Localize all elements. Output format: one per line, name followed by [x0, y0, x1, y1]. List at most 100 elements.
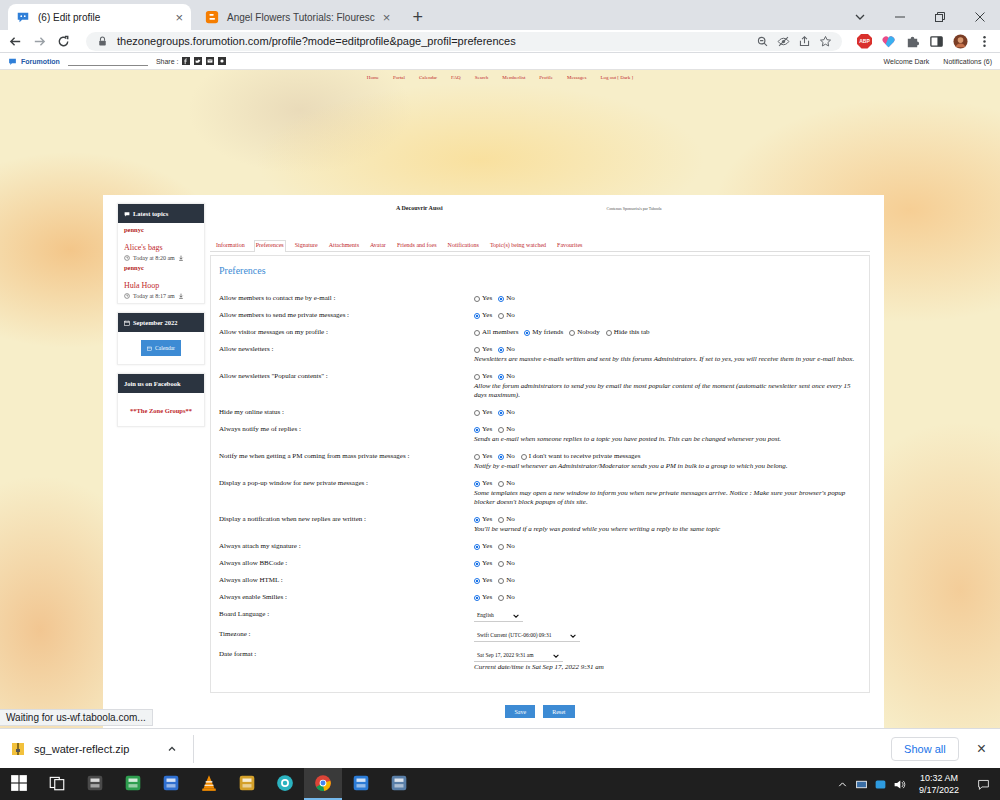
radio-option[interactable]: Yes: [474, 593, 492, 602]
radio-option[interactable]: Yes: [474, 479, 492, 488]
browser-tab[interactable]: Angel Flowers Tutorials: Flouresc×: [197, 4, 398, 30]
forumotion-logo-icon[interactable]: [8, 57, 17, 66]
radio-button[interactable]: [474, 374, 480, 380]
radio-option[interactable]: No: [498, 515, 515, 524]
radio-option[interactable]: Yes: [474, 294, 492, 303]
welcome-text[interactable]: Welcome Dark: [884, 58, 930, 65]
heart-extension-icon[interactable]: [881, 34, 896, 49]
profile-tab[interactable]: Preferences: [254, 240, 286, 252]
radio-button[interactable]: [498, 517, 504, 523]
show-all-button[interactable]: Show all: [891, 737, 959, 761]
reload-icon[interactable]: [56, 34, 71, 49]
chevron-up-icon[interactable]: [167, 744, 177, 754]
close-download-bar-button[interactable]: ×: [977, 740, 986, 758]
radio-option[interactable]: Nobody: [569, 328, 600, 337]
eye-slash-icon[interactable]: [777, 35, 790, 48]
twitter-share-icon[interactable]: [194, 57, 202, 65]
jump-to-post-icon[interactable]: [178, 255, 184, 261]
radio-button[interactable]: [498, 313, 504, 319]
new-tab-button[interactable]: +: [404, 8, 431, 30]
radio-option[interactable]: No: [498, 479, 515, 488]
restore-icon[interactable]: [932, 9, 948, 25]
radio-option[interactable]: No: [498, 425, 515, 434]
sponsored-title[interactable]: A Decouvrir Aussi: [396, 205, 443, 211]
address-bar[interactable]: thezonegroups.forumotion.com/profile?mod…: [86, 32, 842, 51]
radio-option[interactable]: No: [498, 576, 515, 585]
close-window-icon[interactable]: [972, 9, 988, 25]
radio-button[interactable]: [498, 561, 504, 567]
form-button[interactable]: Save: [505, 705, 535, 718]
taskbar-clock[interactable]: 10:32 AM9/17/2022: [909, 772, 969, 796]
profile-tab[interactable]: Friends and foes: [395, 240, 439, 251]
radio-button[interactable]: [474, 561, 480, 567]
radio-button[interactable]: [474, 517, 480, 523]
radio-button[interactable]: [498, 427, 504, 433]
tab-close-button[interactable]: ×: [175, 11, 183, 24]
radio-button[interactable]: [498, 410, 504, 416]
radio-button[interactable]: [474, 578, 480, 584]
radio-button[interactable]: [524, 330, 530, 336]
radio-button[interactable]: [474, 454, 480, 460]
radio-option[interactable]: I don't want to receive private messages: [521, 452, 641, 461]
nav-link[interactable]: Messages: [567, 73, 586, 82]
radio-button[interactable]: [474, 427, 480, 433]
radio-button[interactable]: [474, 595, 480, 601]
taskbar-chrome[interactable]: [304, 768, 342, 800]
radio-button[interactable]: [498, 347, 504, 353]
radio-option[interactable]: All members: [474, 328, 518, 337]
radio-option[interactable]: Yes: [474, 515, 492, 524]
radio-option[interactable]: Yes: [474, 425, 492, 434]
radio-button[interactable]: [474, 481, 480, 487]
radio-option[interactable]: Hide this tab: [606, 328, 650, 337]
nav-link[interactable]: Profile: [539, 73, 553, 82]
menu-dots-icon[interactable]: [977, 34, 992, 49]
nav-link[interactable]: FAQ: [451, 73, 461, 82]
facebook-share-icon[interactable]: [182, 57, 190, 65]
radio-button[interactable]: [474, 296, 480, 302]
download-item[interactable]: sg_water-reflect.zip: [10, 735, 194, 763]
taskbar-disk[interactable]: [152, 768, 190, 800]
radio-button[interactable]: [498, 578, 504, 584]
taskbar-feather[interactable]: [114, 768, 152, 800]
radio-button[interactable]: [474, 313, 480, 319]
radio-option[interactable]: My friends: [524, 328, 563, 337]
forumotion-brand[interactable]: Forumotion: [21, 58, 60, 65]
profile-tab[interactable]: Attachments: [327, 240, 361, 251]
radio-option[interactable]: No: [498, 452, 515, 461]
radio-option[interactable]: No: [498, 311, 515, 320]
radio-button[interactable]: [474, 347, 480, 353]
taskbar-taskview[interactable]: [38, 768, 76, 800]
radio-option[interactable]: No: [498, 294, 515, 303]
radio-option[interactable]: Yes: [474, 311, 492, 320]
nav-link[interactable]: Search: [475, 73, 489, 82]
radio-option[interactable]: Yes: [474, 576, 492, 585]
back-arrow-icon[interactable]: [8, 34, 23, 49]
radio-option[interactable]: Yes: [474, 542, 492, 551]
radio-option[interactable]: No: [498, 593, 515, 602]
radio-option[interactable]: No: [498, 408, 515, 417]
volume-icon[interactable]: [893, 778, 906, 791]
minimize-icon[interactable]: [892, 9, 908, 25]
radio-button[interactable]: [498, 454, 504, 460]
taskbar-writer[interactable]: [342, 768, 380, 800]
jump-to-post-icon[interactable]: [178, 293, 184, 299]
tab-search-chevron-icon[interactable]: [852, 9, 868, 25]
topic-topic[interactable]: Hula Hoop: [124, 280, 198, 291]
puzzle-extensions-icon[interactable]: [905, 34, 920, 49]
profile-tab[interactable]: Topic(s) being watched: [488, 240, 548, 251]
lock-icon[interactable]: [96, 35, 109, 48]
radio-option[interactable]: Yes: [474, 559, 492, 568]
radio-button[interactable]: [498, 296, 504, 302]
taskbar-vlc[interactable]: [190, 768, 228, 800]
calendar-button[interactable]: Calendar: [141, 340, 181, 356]
profile-tab[interactable]: Notifications: [446, 240, 481, 251]
dropdown[interactable]: Swift Current (UTC-06:00) 09:31: [474, 630, 580, 642]
browser-tab[interactable]: (6) Edit profile×: [8, 4, 191, 30]
topic-topic[interactable]: Alice's bags: [124, 242, 198, 253]
radio-button[interactable]: [606, 330, 612, 336]
tray-app-icon[interactable]: [874, 778, 887, 791]
radio-option[interactable]: No: [498, 542, 515, 551]
radio-option[interactable]: No: [498, 345, 515, 354]
taskbar-windows[interactable]: [0, 768, 38, 800]
taskbar-calculator[interactable]: [76, 768, 114, 800]
